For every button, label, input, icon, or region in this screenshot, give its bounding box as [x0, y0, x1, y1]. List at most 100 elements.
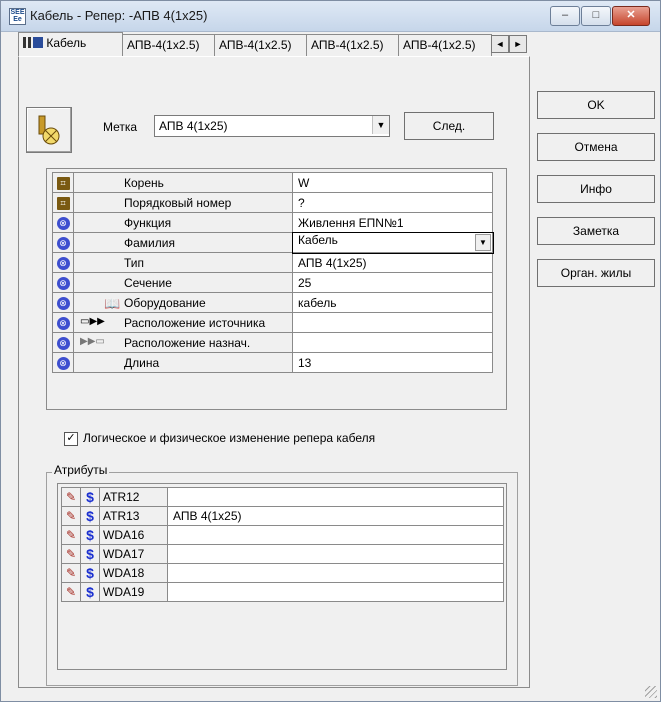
tab-apv-2[interactable]: АПВ-4(1x2.5): [214, 34, 308, 56]
property-value[interactable]: ▼ Кабель: [291, 231, 494, 254]
tab-scroll-left-button[interactable]: ◄: [491, 35, 509, 53]
tab-apv-1[interactable]: АПВ-4(1x2.5): [122, 34, 216, 56]
attribute-row[interactable]: ✎ $ WDA18: [61, 563, 504, 583]
tag-label: Метка: [103, 120, 138, 134]
attribute-row[interactable]: ✎ $ ATR13 АПВ 4(1x25): [61, 506, 504, 526]
attribute-value[interactable]: [167, 582, 504, 602]
wire-organization-button[interactable]: Орган. жилы: [537, 259, 655, 287]
property-row[interactable]: ⊗ Длина 13: [52, 352, 493, 373]
attribute-value[interactable]: [167, 525, 504, 545]
property-name-cell: Тип: [73, 252, 293, 273]
dollar-icon[interactable]: $: [80, 506, 100, 526]
pencil-icon[interactable]: ✎: [61, 563, 81, 583]
property-icon: ⊗: [52, 352, 74, 373]
property-row[interactable]: ⊗ ▶▶▭ Расположение назнач.: [52, 332, 493, 353]
minimize-button[interactable]: –: [550, 6, 580, 26]
tab-apv-4[interactable]: АПВ-4(1x2.5): [398, 34, 492, 56]
attributes-title: Атрибуты: [52, 463, 110, 477]
pencil-icon[interactable]: ✎: [61, 582, 81, 602]
cable-icon: [23, 37, 43, 48]
attribute-name: WDA18: [99, 563, 168, 583]
attribute-row[interactable]: ✎ $ WDA17: [61, 544, 504, 564]
destination-location-icon: ▶▶▭: [80, 336, 105, 347]
property-row[interactable]: ⊗ Фамилия ▼ Кабель: [52, 231, 494, 254]
pencil-icon[interactable]: ✎: [61, 544, 81, 564]
next-button[interactable]: След.: [404, 112, 494, 140]
dollar-icon[interactable]: $: [80, 487, 100, 507]
attribute-value[interactable]: АПВ 4(1x25): [167, 506, 504, 526]
property-name-cell: Порядковый номер: [73, 192, 293, 213]
resize-grip[interactable]: [645, 686, 657, 698]
property-name-cell: Функция: [73, 212, 293, 233]
cable-tool-button[interactable]: [26, 107, 72, 153]
property-name: Функция: [124, 216, 172, 230]
property-value[interactable]: 25: [292, 272, 493, 293]
property-value[interactable]: [292, 332, 493, 353]
book-icon: 📖: [104, 296, 121, 311]
property-name-cell: Сечение: [73, 272, 293, 293]
property-row[interactable]: ⌗ Порядковый номер?: [52, 192, 493, 213]
property-row[interactable]: ⌗ Корень W: [52, 172, 493, 193]
attribute-row[interactable]: ✎ $ WDA16: [61, 525, 504, 545]
property-row[interactable]: ⊗ ▭▶▶ Расположение источника: [52, 312, 493, 333]
attribute-value[interactable]: [167, 544, 504, 564]
tab-scroll-right-button[interactable]: ►: [509, 35, 527, 53]
attribute-value[interactable]: [167, 487, 504, 507]
pencil-icon[interactable]: ✎: [61, 506, 81, 526]
note-button[interactable]: Заметка: [537, 217, 655, 245]
dollar-icon[interactable]: $: [80, 582, 100, 602]
property-name: Длина: [124, 356, 160, 370]
dollar-icon[interactable]: $: [80, 525, 100, 545]
property-value[interactable]: W: [292, 172, 493, 193]
property-value[interactable]: АПВ 4(1x25): [292, 252, 493, 273]
property-value[interactable]: Живлення ЕПN№1: [292, 212, 493, 233]
property-value-text: 25: [298, 275, 312, 290]
property-value[interactable]: кабель: [292, 292, 493, 313]
property-name: Сечение: [124, 276, 172, 290]
property-value-text: ?: [298, 195, 305, 210]
property-icon: ⊗: [52, 332, 74, 353]
chevron-down-icon[interactable]: ▼: [475, 234, 491, 251]
property-row[interactable]: ⊗ Сечение 25: [52, 272, 493, 293]
attribute-value[interactable]: [167, 563, 504, 583]
property-value-text: кабель: [298, 295, 337, 310]
tag-combobox[interactable]: АПВ 4(1x25) ▼: [154, 115, 390, 137]
pencil-icon[interactable]: ✎: [61, 487, 81, 507]
property-row[interactable]: ⊗ Тип АПВ 4(1x25): [52, 252, 493, 273]
attribute-row[interactable]: ✎ $ WDA19: [61, 582, 504, 602]
property-value-text: Кабель: [298, 233, 338, 247]
tag-value: АПВ 4(1x25): [159, 119, 228, 133]
property-name-cell: Длина: [73, 352, 293, 373]
cancel-button[interactable]: Отмена: [537, 133, 655, 161]
property-value[interactable]: ?: [292, 192, 493, 213]
properties-table: ⌗ Корень W ⌗ Порядковый номер? ⊗ Функция Живлен…: [52, 172, 494, 373]
tab-cable[interactable]: Кабель: [18, 32, 123, 56]
attribute-name: WDA19: [99, 582, 168, 602]
chevron-down-icon[interactable]: ▼: [372, 116, 389, 134]
property-name-cell: 📖 Оборудование: [73, 292, 293, 313]
property-row[interactable]: ⊗ Функция Живлення ЕПN№1: [52, 212, 493, 233]
title-bar[interactable]: SEE Ee Кабель - Репер: -АПВ 4(1x25) – □ …: [1, 1, 660, 32]
close-button[interactable]: ✕: [612, 6, 650, 26]
cable-tag-change-checkbox[interactable]: ✓: [64, 432, 78, 446]
property-icon: ⊗: [52, 212, 74, 233]
maximize-button[interactable]: □: [581, 6, 611, 26]
attribute-name: WDA16: [99, 525, 168, 545]
pencil-icon[interactable]: ✎: [61, 525, 81, 545]
dollar-icon[interactable]: $: [80, 544, 100, 564]
ok-button[interactable]: OK: [537, 91, 655, 119]
property-row[interactable]: ⊗ 📖 Оборудование кабель: [52, 292, 493, 313]
tab-label: АПВ-4(1x2.5): [311, 38, 384, 52]
property-name: Корень: [124, 176, 164, 190]
tab-apv-3[interactable]: АПВ-4(1x2.5): [306, 34, 400, 56]
window-title: Кабель - Репер: -АПВ 4(1x25): [30, 8, 208, 23]
property-value[interactable]: 13: [292, 352, 493, 373]
attribute-row[interactable]: ✎ $ ATR12: [61, 487, 504, 507]
property-value[interactable]: [292, 312, 493, 333]
info-button[interactable]: Инфо: [537, 175, 655, 203]
source-location-icon: ▭▶▶: [80, 316, 105, 327]
property-name: Расположение источника: [124, 316, 266, 330]
dollar-icon[interactable]: $: [80, 563, 100, 583]
cable-plug-icon: [38, 115, 60, 145]
property-value-text: Живлення ЕПN№1: [298, 215, 404, 230]
